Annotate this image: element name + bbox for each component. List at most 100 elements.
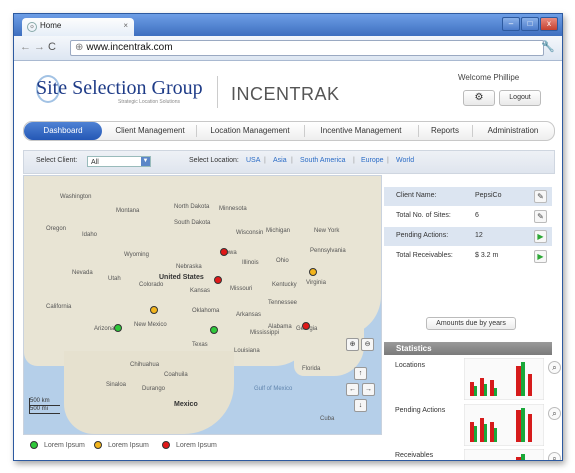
- map-state-label: New York: [314, 228, 340, 234]
- map-state-label: Coahuila: [164, 372, 188, 378]
- page-icon: ☼: [27, 22, 37, 32]
- map-view[interactable]: Washington Montana North Dakota Minnesot…: [23, 175, 382, 435]
- map-pin-red[interactable]: [220, 248, 228, 256]
- client-select[interactable]: All ▼: [87, 156, 151, 167]
- map-pin-red[interactable]: [214, 276, 222, 284]
- client-select-value: All: [91, 159, 99, 166]
- location-link-south-america[interactable]: South America: [300, 157, 346, 164]
- location-link-europe[interactable]: Europe: [361, 157, 384, 164]
- welcome-text: Welcome Phillipe: [458, 73, 520, 82]
- map-state-label: Arizona: [94, 326, 115, 332]
- map-state-label: Nebraska: [176, 264, 202, 270]
- nav-separator: [196, 125, 197, 137]
- play-icon[interactable]: ▶: [534, 250, 547, 263]
- mini-chart-locations: [464, 358, 544, 400]
- map-pin-yellow[interactable]: [309, 268, 317, 276]
- tab-close-icon[interactable]: ×: [123, 21, 128, 30]
- zoom-in-icon[interactable]: ⊕: [346, 338, 359, 351]
- map-state-label: Alabama: [268, 324, 292, 330]
- mini-chart-pending-actions: [464, 404, 544, 446]
- tab-dashboard[interactable]: Dashboard: [24, 122, 102, 140]
- map-pin-green[interactable]: [114, 324, 122, 332]
- browser-tab[interactable]: ☼ Home ×: [22, 18, 134, 36]
- magnify-icon[interactable]: ⌕: [548, 452, 561, 460]
- tab-location-management[interactable]: Location Management: [198, 122, 302, 140]
- magnify-icon[interactable]: ⌕: [548, 407, 561, 420]
- browser-toolbar: ← → C ⊕ www.incentrak.com 🔧: [14, 36, 562, 61]
- map-state-label: Kentucky: [272, 282, 297, 288]
- map-state-label: Minnesota: [219, 206, 247, 212]
- map-state-label: New Mexico: [134, 322, 167, 328]
- map-pin-green[interactable]: [210, 326, 218, 334]
- detail-value: 12: [475, 232, 483, 239]
- map-pin-yellow[interactable]: [150, 306, 158, 314]
- filter-bar: Select Client: All ▼ Select Location: US…: [23, 150, 555, 174]
- back-icon[interactable]: ←: [20, 41, 31, 53]
- legend-item: Lorem Ipsum: [162, 441, 217, 449]
- amounts-due-button[interactable]: Amounts due by years: [426, 317, 516, 330]
- pan-up-icon[interactable]: ↑: [354, 367, 367, 380]
- tab-reports[interactable]: Reports: [420, 122, 470, 140]
- mexico-label: Mexico: [174, 401, 198, 408]
- stat-label-receivables: Receivables: [395, 452, 434, 459]
- tab-incentive-management[interactable]: Incentive Management: [306, 122, 416, 140]
- wrench-icon[interactable]: 🔧: [541, 40, 555, 53]
- map-state-label: Illinois: [242, 260, 259, 266]
- map-state-label: Texas: [192, 342, 208, 348]
- play-icon[interactable]: ▶: [534, 230, 547, 243]
- nav-separator: [418, 125, 419, 137]
- map-state-label: South Dakota: [174, 220, 211, 226]
- minimize-button[interactable]: –: [502, 17, 520, 31]
- tab-title: Home: [40, 21, 62, 30]
- location-link-asia[interactable]: Asia: [273, 157, 287, 164]
- settings-button[interactable]: ⚙: [463, 90, 495, 106]
- title-bar: ☼ Home × – □ x: [14, 14, 562, 36]
- nav-separator: [472, 125, 473, 137]
- legend-label: Lorem Ipsum: [108, 441, 149, 449]
- map-state-label: Pennsylvania: [310, 248, 346, 254]
- maximize-button[interactable]: □: [521, 17, 539, 31]
- close-window-button[interactable]: x: [540, 17, 558, 31]
- map-state-label: Colorado: [139, 282, 164, 288]
- wrench-icon[interactable]: ✎: [534, 210, 547, 223]
- legend-dot-red: [162, 441, 170, 449]
- pan-down-icon[interactable]: ↓: [354, 399, 367, 412]
- chevron-down-icon: ▼: [141, 157, 150, 166]
- scale-mi: 500 mi: [30, 406, 49, 412]
- detail-value: $ 3.2 m: [475, 252, 499, 259]
- forward-icon[interactable]: →: [34, 41, 45, 53]
- tab-administration[interactable]: Administration: [474, 122, 552, 140]
- stat-label-locations: Locations: [395, 362, 425, 369]
- browser-window: ☼ Home × – □ x ← → C ⊕ www.incentrak.com …: [13, 13, 563, 461]
- address-bar[interactable]: ⊕ www.incentrak.com: [70, 40, 544, 56]
- map-state-label: Ohio: [276, 258, 289, 264]
- map-state-label: Chihuahua: [130, 362, 160, 368]
- magnify-icon[interactable]: ⌕: [548, 361, 561, 374]
- legend-item: Lorem Ipsum: [30, 441, 85, 449]
- gulf-label: Gulf of Mexico: [254, 386, 293, 392]
- map-state-label: Sinaloa: [106, 382, 127, 388]
- map-state-label: Virginia: [306, 280, 326, 286]
- map-state-label: Nevada: [72, 270, 93, 276]
- pan-left-icon[interactable]: ←: [346, 383, 359, 396]
- reload-icon[interactable]: C: [48, 41, 56, 53]
- map-state-label: Florida: [302, 366, 321, 372]
- tab-client-management[interactable]: Client Management: [106, 122, 194, 140]
- map-state-label: Washington: [60, 194, 92, 200]
- map-state-label: Wyoming: [124, 252, 149, 258]
- pan-right-icon[interactable]: →: [362, 383, 375, 396]
- map-state-label: Durango: [142, 386, 166, 392]
- logout-button[interactable]: Logout: [499, 90, 541, 106]
- detail-key: Total No. of Sites:: [396, 212, 451, 219]
- zoom-out-icon[interactable]: ⊖: [361, 338, 374, 351]
- map-state-label: Oklahoma: [192, 308, 220, 314]
- page-content: Site Selection Group Strategic Location …: [14, 61, 562, 460]
- map-state-label: California: [46, 304, 72, 310]
- site-selection-group-logo: Site Selection Group Strategic Location …: [36, 77, 203, 105]
- location-link-world[interactable]: World: [396, 157, 414, 164]
- legend-dot-yellow: [94, 441, 102, 449]
- wrench-icon[interactable]: ✎: [534, 190, 547, 203]
- location-link-usa[interactable]: USA: [246, 157, 260, 164]
- map-state-label: Montana: [116, 208, 140, 214]
- map-pin-red[interactable]: [302, 322, 310, 330]
